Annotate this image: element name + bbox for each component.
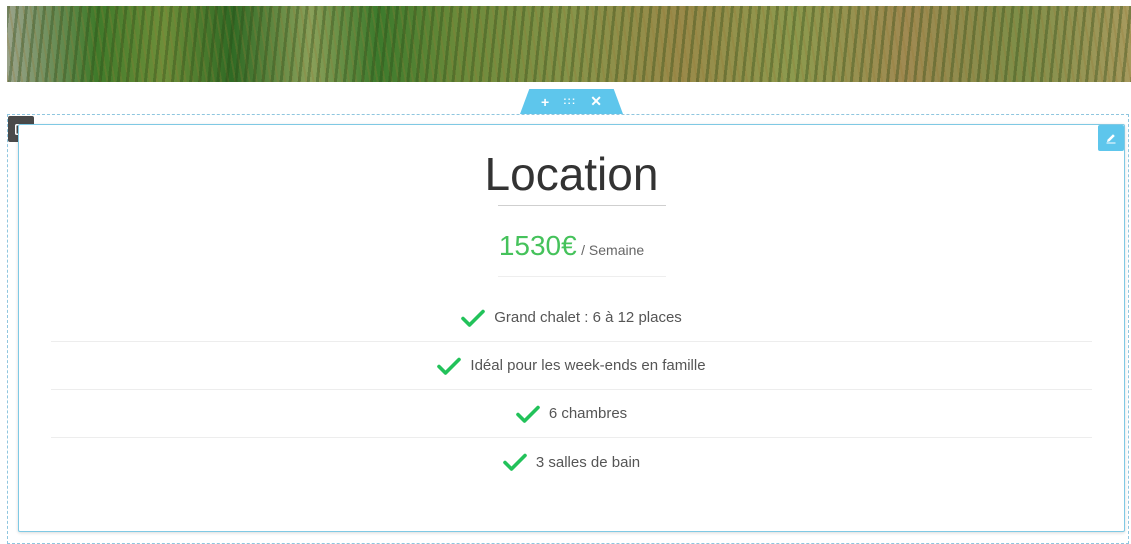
block-toolbar: + ::: ✕ (520, 89, 623, 114)
hero-image (7, 6, 1131, 82)
title-divider (498, 205, 666, 206)
feature-item: Idéal pour les week-ends en famille (51, 342, 1092, 390)
price-period: / Semaine (581, 242, 645, 258)
feature-list: Grand chalet : 6 à 12 places Idéal pour … (51, 294, 1092, 486)
feature-item: 3 salles de bain (51, 438, 1092, 486)
price-row: 1530€ / Semaine (19, 228, 1124, 269)
pricing-card: Location 1530€ / Semaine Grand chalet : … (18, 124, 1125, 532)
pencil-icon (1106, 134, 1116, 144)
feature-label: Grand chalet : 6 à 12 places (494, 309, 682, 326)
price-value: 1530€ (498, 230, 577, 261)
check-icon (503, 452, 527, 472)
feature-item: 6 chambres (51, 390, 1092, 438)
check-icon (461, 308, 485, 328)
close-icon[interactable]: ✕ (590, 93, 602, 110)
feature-label: 3 salles de bain (535, 453, 641, 471)
feature-item: Grand chalet : 6 à 12 places (51, 294, 1092, 342)
card-title: Location (484, 148, 659, 200)
add-icon[interactable]: + (541, 94, 549, 110)
price-divider (498, 276, 666, 277)
drag-handle-icon[interactable]: ::: (563, 96, 576, 107)
check-icon (516, 404, 540, 424)
feature-label: 6 chambres (548, 405, 628, 422)
check-icon (437, 356, 462, 376)
feature-label: Idéal pour les week-ends en famille (470, 357, 706, 374)
